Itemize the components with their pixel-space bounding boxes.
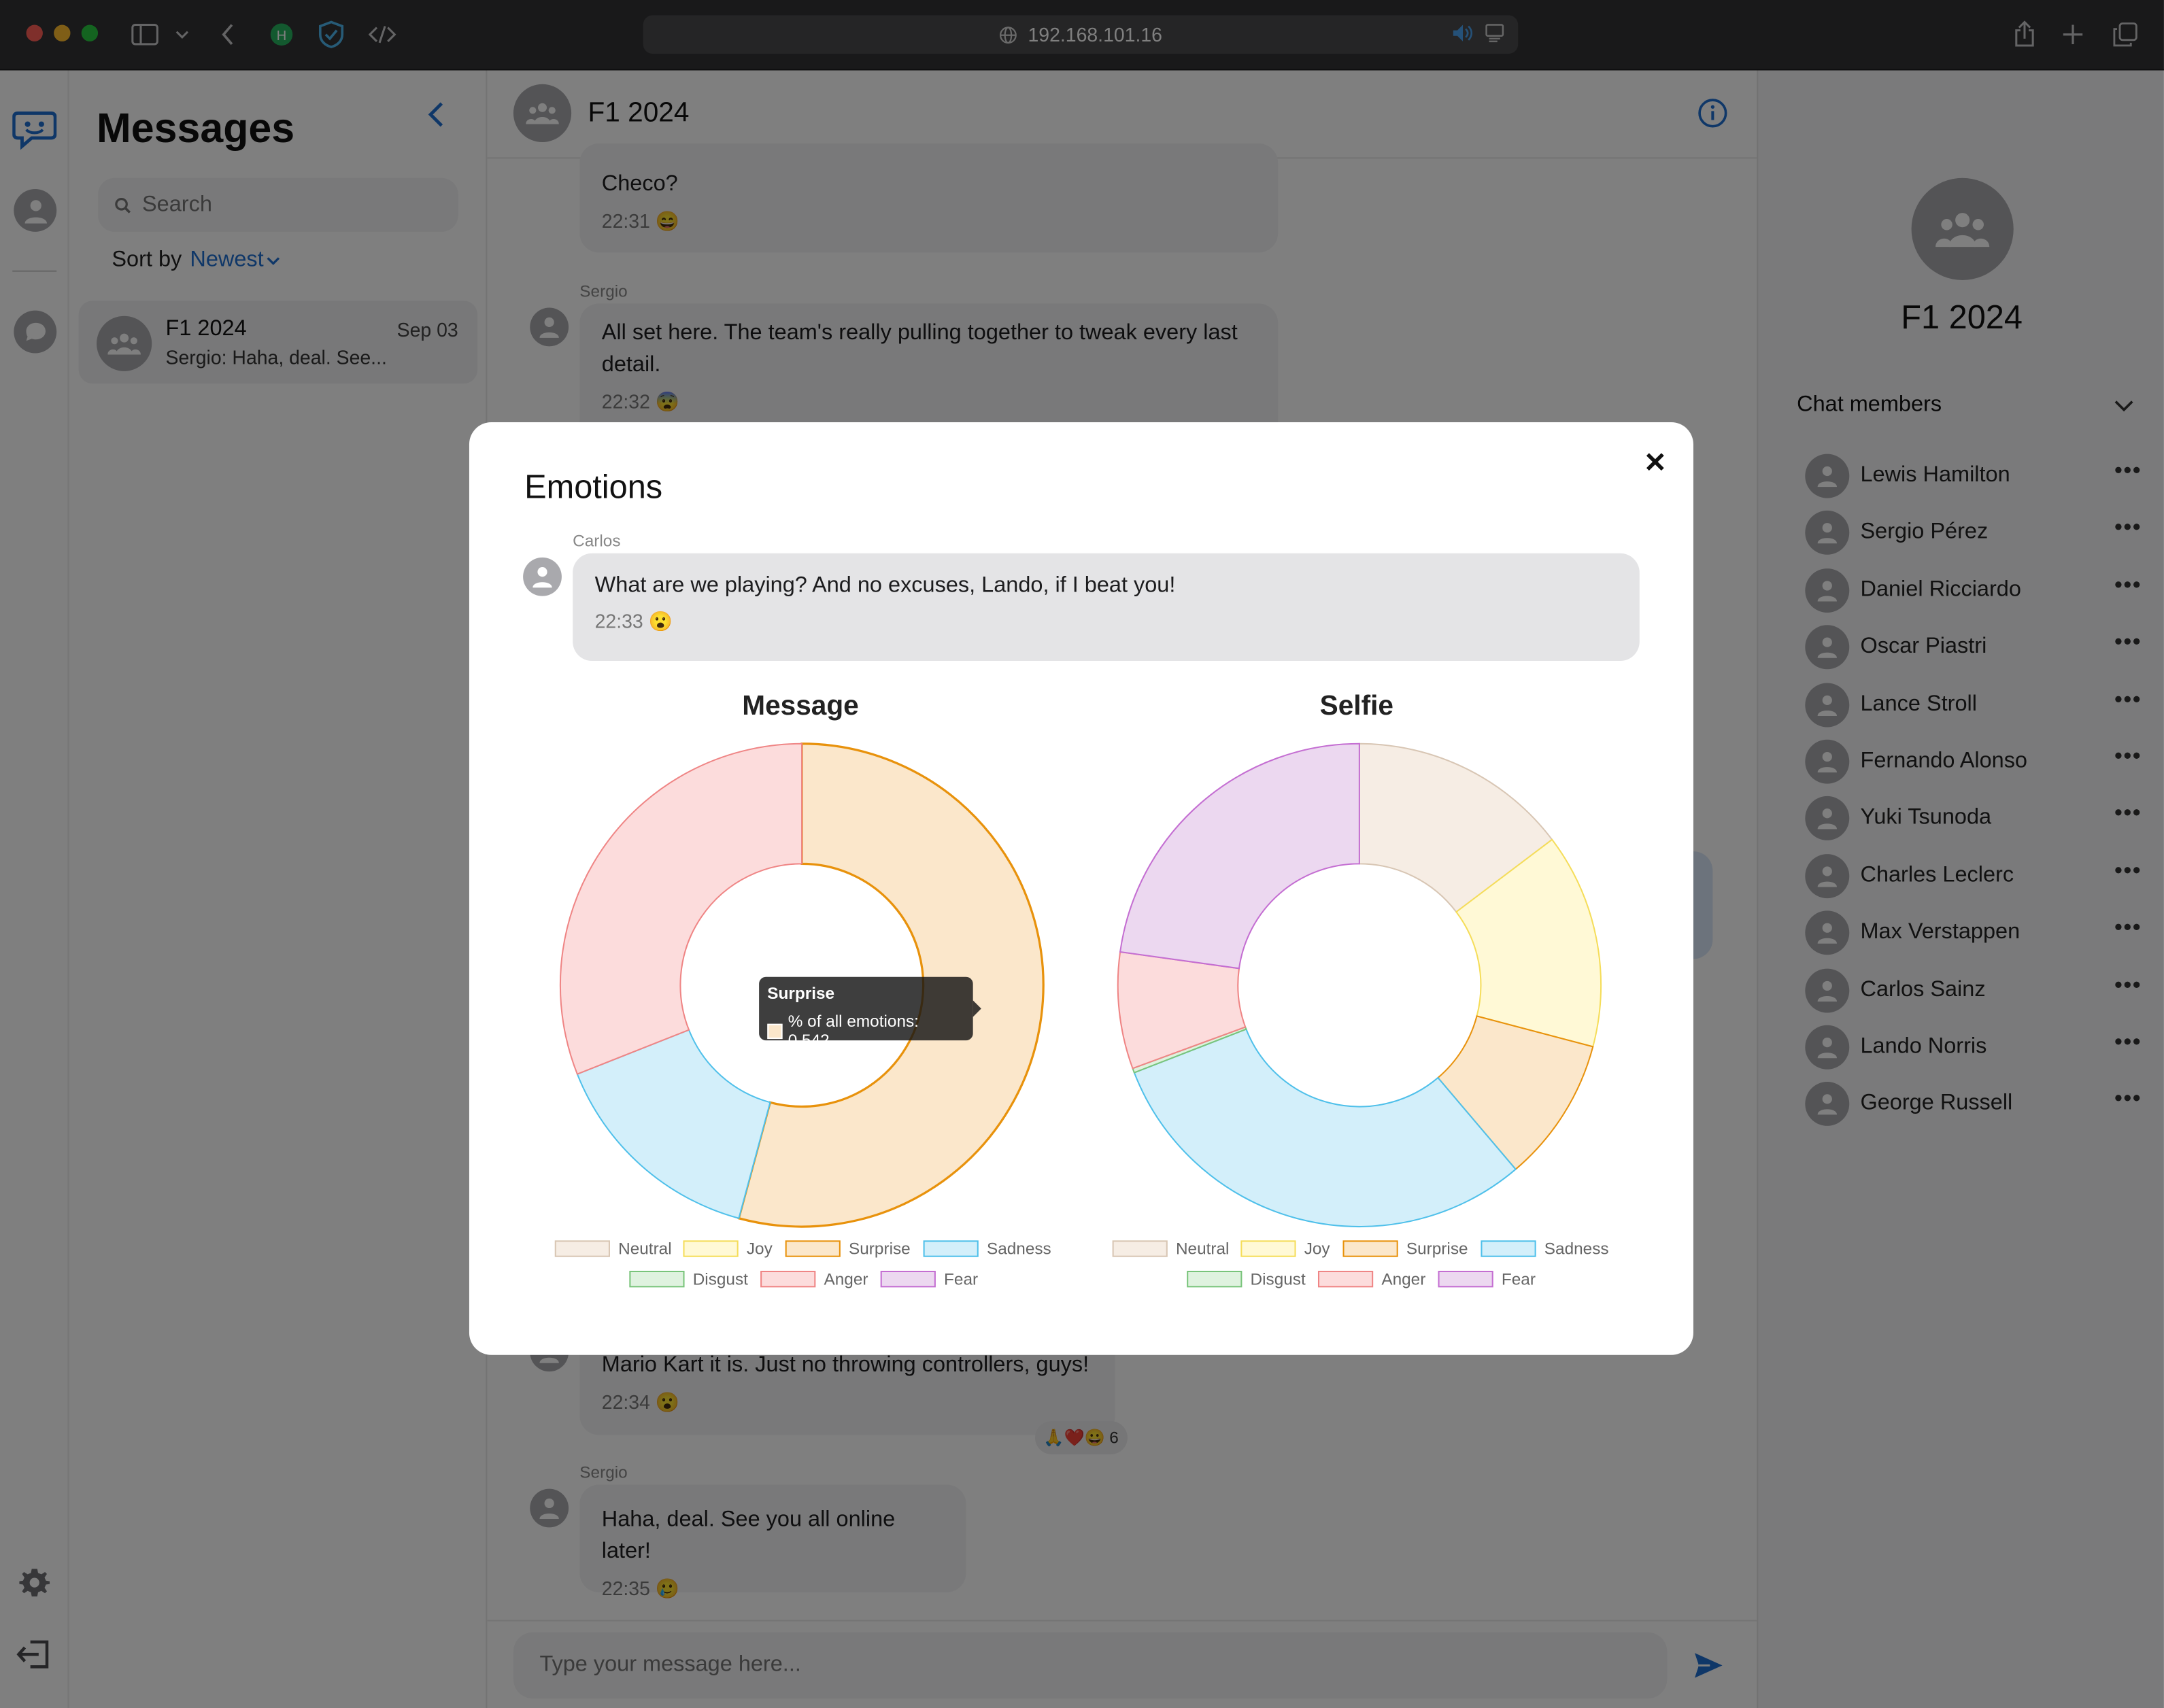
legend-item[interactable]: Surprise [1342,1239,1468,1259]
slice-sadness[interactable] [1133,1028,1517,1228]
slice-sadness[interactable] [576,1029,771,1219]
legend-swatch [1317,1270,1374,1288]
slice-disgust[interactable] [1132,1026,1247,1074]
message-sender: Carlos [573,531,621,551]
message-bubble: What are we playing? And no excuses, Lan… [573,553,1640,662]
legend-label: Joy [1304,1239,1330,1259]
legend-swatch [785,1240,841,1257]
legend-swatch [923,1240,979,1257]
legend-label: Disgust [1250,1269,1306,1289]
legend-swatch [1342,1240,1398,1257]
legend-item[interactable]: Joy [683,1239,773,1259]
legend-swatch [1112,1240,1168,1257]
legend-item[interactable]: Neutral [554,1239,672,1259]
legend-item[interactable]: Anger [1317,1269,1426,1289]
legend-item[interactable]: Fear [1438,1269,1536,1288]
legend-swatch [1438,1270,1493,1288]
legend-swatch [1187,1270,1242,1288]
legend-swatch [629,1270,685,1288]
legend-label: Neutral [1175,1239,1230,1259]
slice-joy[interactable] [1455,838,1602,1048]
legend-label: Surprise [849,1239,911,1259]
message-time: 22:33 😮 [594,609,673,632]
legend-item[interactable]: Sadness [923,1239,1051,1259]
legend-label: Neutral [618,1239,672,1259]
message-text: What are we playing? And no excuses, Lan… [594,574,1176,598]
modal-title: Emotions [524,468,663,507]
legend-swatch [1481,1240,1536,1257]
emotions-modal: Emotions ✕ Carlos What are we playing? A… [469,422,1693,1355]
legend-item[interactable]: Disgust [1187,1269,1306,1288]
slice-fear[interactable] [1119,742,1360,970]
slice-neutral[interactable] [1358,742,1553,913]
legend-label: Sadness [1544,1239,1609,1259]
legend-swatch [554,1240,610,1257]
close-icon[interactable]: ✕ [1644,445,1667,480]
legend-item[interactable]: Fear [880,1269,979,1289]
legend-item[interactable]: Anger [760,1269,868,1288]
chart-title-message: Message [742,691,859,722]
legend-item[interactable]: Disgust [629,1269,748,1288]
tooltip-label: % of all emotions: 0.542 [788,1011,919,1051]
legend-item[interactable]: Joy [1240,1239,1330,1259]
slice-surprise[interactable] [1436,1015,1594,1171]
legend-swatch [760,1270,816,1288]
screen: H 192.168.101.16 Messages [0,0,2164,1708]
legend-swatch [880,1270,936,1288]
emotion-emoji: 😮 [648,609,673,632]
chart-tooltip: Surprise % of all emotions: 0.542 [759,976,981,1050]
legend-label: Fear [1501,1269,1536,1289]
legend-swatch [1240,1240,1296,1257]
legend-item[interactable]: Sadness [1481,1239,1609,1259]
legend-label: Joy [746,1239,773,1259]
tooltip-swatch [767,1023,783,1039]
legend-label: Anger [824,1269,868,1289]
legend-label: Sadness [986,1239,1051,1259]
legend-swatch [683,1240,739,1257]
legend-item[interactable]: Surprise [785,1239,911,1259]
legend-label: Surprise [1406,1239,1468,1259]
legend-label: Fear [944,1269,979,1289]
chart-title-selfie: Selfie [1319,691,1393,722]
slice-anger[interactable] [1117,951,1247,1070]
tooltip-caret [973,1000,981,1017]
legend-item[interactable]: Neutral [1112,1239,1230,1259]
tooltip-title: Surprise [767,983,835,1004]
legend-label: Anger [1381,1269,1426,1289]
user-avatar [523,557,562,596]
legend-label: Disgust [692,1269,748,1289]
